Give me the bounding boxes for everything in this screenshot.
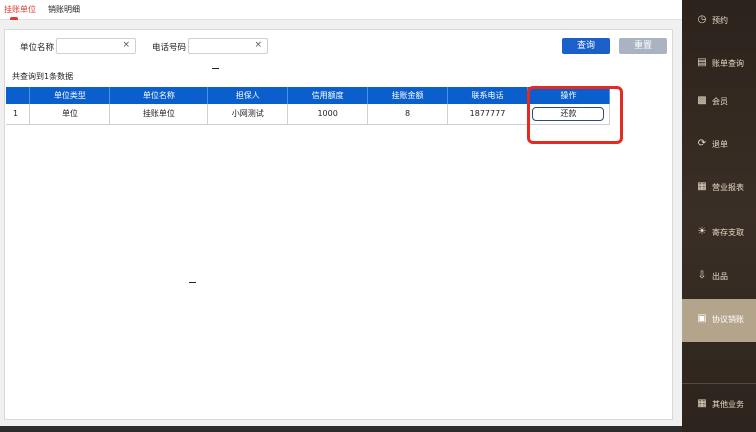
row-unit-name: 挂账单位 (109, 104, 209, 125)
phone-input[interactable]: × (188, 38, 268, 54)
report-icon: ▦ (697, 181, 707, 192)
result-count: 共查询到1条数据 (12, 72, 74, 81)
tab-bar: 挂账单位 销账明细 (0, 0, 682, 20)
unit-name-input[interactable]: × (56, 38, 136, 54)
sidebar-item-label: 账单查询 (712, 59, 744, 68)
sidebar-item-agreement[interactable]: ▣ 协议销账 (682, 299, 756, 342)
tab-write-off-detail[interactable]: 销账明细 (48, 4, 80, 15)
sidebar-item-member[interactable]: ▩ 会员 (682, 81, 756, 124)
col-index-header (6, 87, 31, 104)
highlight-annotation (527, 86, 623, 144)
clear-phone-icon[interactable]: × (254, 40, 262, 50)
reset-button[interactable]: 重置 (619, 38, 667, 54)
calendar-icon: ◷ (697, 14, 707, 25)
credit-units-table: 单位类型 单位名称 担保人 信用额度 挂账金额 联系电话 操作 1 单位 挂账单… (6, 87, 611, 125)
active-tab-indicator (10, 17, 18, 20)
row-guarantor: 小网测试 (207, 104, 289, 125)
grid-icon: ▦ (697, 398, 707, 409)
sidebar-item-label: 协议销账 (712, 315, 744, 324)
separator-dash (212, 68, 219, 69)
refund-icon: ⟳ (697, 138, 707, 149)
clear-unit-name-icon[interactable]: × (122, 40, 130, 50)
sidebar-item-label: 会员 (712, 97, 728, 106)
query-button[interactable]: 查询 (562, 38, 610, 54)
table-row[interactable]: 1 单位 挂账单位 小网测试 1000 8 1877777 还款 (6, 104, 611, 125)
bottom-strip (0, 426, 682, 432)
sidebar-item-bill-query[interactable]: ▤ 账单查询 (682, 43, 756, 86)
row-phone: 1877777 (447, 104, 528, 125)
dish-icon: ⇩ (697, 270, 707, 281)
row-unit-type: 单位 (29, 104, 111, 125)
agreement-icon: ▣ (697, 313, 707, 324)
col-unit-name-header: 单位名称 (109, 87, 209, 104)
row-amount: 8 (367, 104, 449, 125)
storage-icon: ☀ (697, 226, 707, 237)
phone-label: 电话号码 (152, 43, 187, 53)
main-panel: 单位名称 × 电话号码 × 查询 重置 共查询到1条数据 单位类型 单位名称 担… (4, 29, 673, 420)
row-credit-limit: 1000 (287, 104, 369, 125)
sidebar-item-other[interactable]: ▦ 其他业务 (682, 384, 756, 427)
sidebar-item-refund[interactable]: ⟳ 退单 (682, 124, 756, 167)
unit-name-label: 单位名称 (20, 43, 55, 53)
sidebar-item-label: 其他业务 (712, 400, 744, 409)
sidebar-item-storage[interactable]: ☀ 寄存支取 (682, 212, 756, 255)
member-icon: ▩ (697, 95, 707, 106)
col-unit-type-header: 单位类型 (29, 87, 111, 104)
tab-credit-units[interactable]: 挂账单位 (4, 4, 36, 15)
bill-icon: ▤ (697, 57, 707, 68)
col-credit-limit-header: 信用额度 (287, 87, 369, 104)
sidebar-item-dish[interactable]: ⇩ 出品 (682, 256, 756, 299)
separator-dash-center (189, 282, 196, 283)
row-index: 1 (6, 104, 31, 125)
app-window: 挂账单位 销账明细 单位名称 × 电话号码 × 查询 重置 共查询到1条数据 单… (0, 0, 756, 432)
table-header-row: 单位类型 单位名称 担保人 信用额度 挂账金额 联系电话 操作 (6, 87, 611, 104)
sidebar-item-label: 预约 (712, 16, 728, 25)
col-amount-header: 挂账金额 (367, 87, 449, 104)
col-phone-header: 联系电话 (447, 87, 528, 104)
sidebar-item-label: 退单 (712, 140, 728, 149)
sidebar-item-report[interactable]: ▦ 营业报表 (682, 167, 756, 210)
sidebar-item-reservation[interactable]: ◷ 预约 (682, 0, 756, 43)
sidebar-item-label: 出品 (712, 272, 728, 281)
sidebar-item-label: 营业报表 (712, 183, 744, 192)
sidebar-item-label: 寄存支取 (712, 228, 744, 237)
col-guarantor-header: 担保人 (207, 87, 289, 104)
sidebar: ◷ 预约 ▤ 账单查询 ▩ 会员 ⟳ 退单 ▦ 营业报表 ☀ 寄存支取 ⇩ 出品… (682, 0, 756, 432)
